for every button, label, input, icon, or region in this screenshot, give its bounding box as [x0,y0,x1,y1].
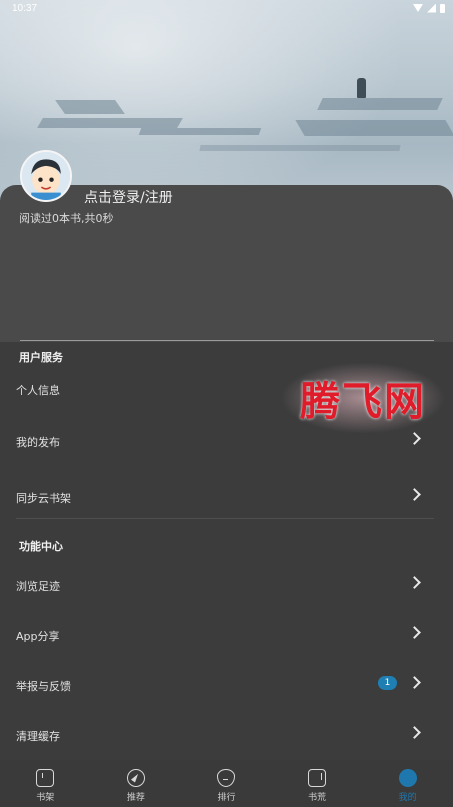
profile-icon [398,769,417,787]
landscape-rock [199,145,401,151]
landscape-rock [55,100,125,114]
avatar-image [22,152,70,200]
row-browsing-history[interactable]: 浏览足迹 [0,566,453,606]
row-label: 个人信息 [16,384,60,397]
section-title-user-services: 用户服务 [19,351,63,364]
nav-label: 书架 [36,793,55,803]
chevron-right-icon [408,626,421,639]
battery-icon [440,3,445,13]
row-app-share[interactable]: App分享 [0,616,453,656]
chevron-right-icon [408,726,421,739]
row-label: App分享 [16,630,60,643]
landscape-rock [295,120,453,136]
reading-stats: 阅读过0本书,共0秒 [19,212,114,225]
status-icons [413,3,445,13]
chevron-right-icon [408,676,421,689]
compass-icon [126,769,145,787]
nav-label: 书荒 [308,793,327,803]
signal-icon [427,3,436,13]
nav-item-rank[interactable]: 排行 [181,760,272,807]
rank-icon [217,769,236,787]
chevron-right-icon [408,576,421,589]
status-time: 10:37 [12,2,38,14]
notification-badge: 1 [378,676,397,690]
section-divider [16,518,434,519]
row-label: 浏览足迹 [16,580,60,593]
wifi-icon [413,4,423,12]
chevron-right-icon [408,488,421,501]
avatar[interactable] [20,150,72,202]
row-label: 举报与反馈 [16,680,71,693]
bottom-nav: 书架 推荐 排行 书荒 我的 [0,760,453,807]
row-clear-cache[interactable]: 清理缓存 [0,716,453,756]
standing-figure [357,78,366,98]
landscape-rock [317,98,443,110]
book-icon [308,769,327,787]
login-register-link[interactable]: 点击登录/注册 [84,187,173,207]
row-label: 同步云书架 [16,492,71,505]
row-sync-cloud-shelf[interactable]: 同步云书架 [0,478,453,518]
section-title-function-center: 功能中心 [19,540,63,553]
row-label: 我的发布 [16,436,60,449]
watermark: 腾飞网 [280,362,446,434]
nav-item-book-shortage[interactable]: 书荒 [272,760,363,807]
nav-item-recommend[interactable]: 推荐 [91,760,182,807]
row-report-feedback[interactable]: 举报与反馈 1 [0,666,453,706]
status-bar: 10:37 [0,0,453,16]
bookshelf-icon [36,769,55,787]
watermark-text: 腾飞网 [300,378,426,425]
card-divider [20,340,434,341]
chevron-right-icon [408,432,421,445]
landscape-rock [138,128,262,135]
nav-label: 我的 [398,793,417,803]
landscape-rock [37,118,183,128]
nav-label: 推荐 [126,793,145,803]
nav-item-me[interactable]: 我的 [362,760,453,807]
nav-item-bookshelf[interactable]: 书架 [0,760,91,807]
nav-label: 排行 [217,793,236,803]
row-label: 清理缓存 [16,730,60,743]
